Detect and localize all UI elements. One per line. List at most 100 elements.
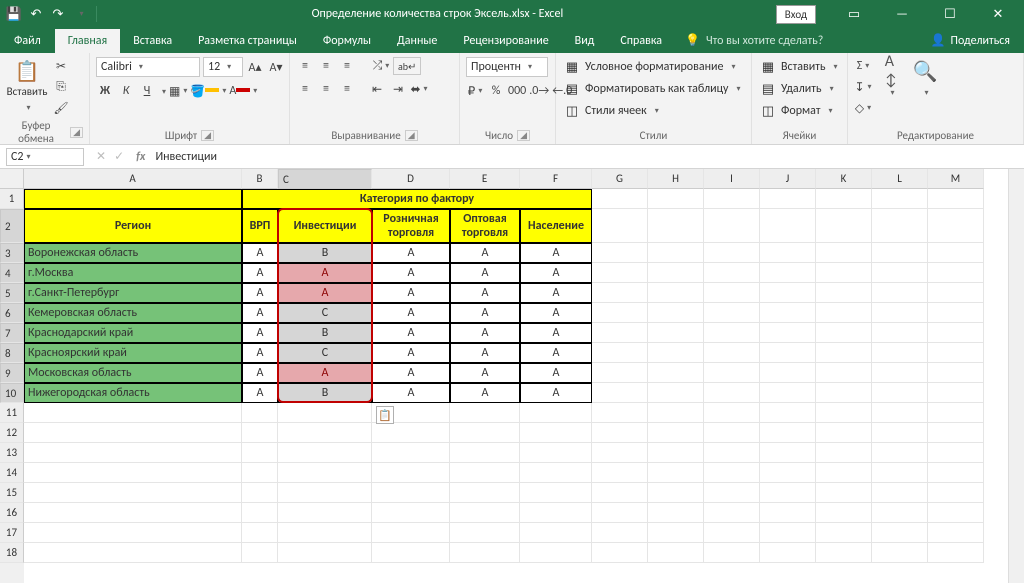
cell-E18[interactable]	[450, 543, 520, 563]
cell-H14[interactable]	[648, 463, 704, 483]
format-cells-button[interactable]: ◫Формат	[758, 101, 835, 121]
cell-C9[interactable]: A	[278, 363, 372, 383]
region-9[interactable]: Московская область	[24, 363, 242, 383]
cell-J17[interactable]	[760, 523, 816, 543]
cell-J14[interactable]	[760, 463, 816, 483]
cell-B8[interactable]: A	[242, 343, 278, 363]
cell-H13[interactable]	[648, 443, 704, 463]
header-E[interactable]: Оптовая торговля	[450, 209, 520, 243]
cell-M17[interactable]	[928, 523, 984, 543]
row-header-16[interactable]: 16	[0, 503, 24, 523]
row-header-4[interactable]: 4	[0, 263, 24, 283]
tab-data[interactable]: Данные	[384, 29, 450, 53]
cell-K18[interactable]	[816, 543, 872, 563]
cell-L14[interactable]	[872, 463, 928, 483]
cell-H16[interactable]	[648, 503, 704, 523]
header-F[interactable]: Население	[520, 209, 592, 243]
cell-C6[interactable]: C	[278, 303, 372, 323]
paste-button[interactable]: 📋 Вставить	[6, 57, 48, 115]
cell-K4[interactable]	[816, 263, 872, 283]
cell-H18[interactable]	[648, 543, 704, 563]
cell-J7[interactable]	[760, 323, 816, 343]
format-as-table-button[interactable]: ▤Форматировать как таблицу	[562, 79, 743, 99]
cell-K7[interactable]	[816, 323, 872, 343]
col-header-F[interactable]: F	[520, 169, 592, 189]
cell-J10[interactable]	[760, 383, 816, 403]
tab-view[interactable]: Вид	[562, 29, 608, 53]
col-header-C[interactable]: C	[278, 169, 372, 189]
cell-D17[interactable]	[372, 523, 450, 543]
col-header-L[interactable]: L	[872, 169, 928, 189]
cell-C3[interactable]: B	[278, 243, 372, 263]
cell-H17[interactable]	[648, 523, 704, 543]
cell-M7[interactable]	[928, 323, 984, 343]
cell-F4[interactable]: A	[520, 263, 592, 283]
cell-M12[interactable]	[928, 423, 984, 443]
copy-icon[interactable]: ⎘	[52, 78, 70, 96]
format-painter-icon[interactable]: 🖌	[52, 99, 70, 117]
col-header-M[interactable]: M	[928, 169, 984, 189]
cell-E13[interactable]	[450, 443, 520, 463]
cell-H5[interactable]	[648, 283, 704, 303]
row-header-9[interactable]: 9	[0, 363, 24, 383]
cell-L10[interactable]	[872, 383, 928, 403]
region-4[interactable]: г.Москва	[24, 263, 242, 283]
cell-K12[interactable]	[816, 423, 872, 443]
cell-J16[interactable]	[760, 503, 816, 523]
cell-I17[interactable]	[704, 523, 760, 543]
cell-F16[interactable]	[520, 503, 592, 523]
cell-A12[interactable]	[24, 423, 242, 443]
cell-F9[interactable]: A	[520, 363, 592, 383]
cell-K13[interactable]	[816, 443, 872, 463]
cell-E15[interactable]	[450, 483, 520, 503]
col-header-B[interactable]: B	[242, 169, 278, 189]
cell-G4[interactable]	[592, 263, 648, 283]
cell-G14[interactable]	[592, 463, 648, 483]
merge-center-icon[interactable]: ⬌	[410, 80, 428, 98]
cell-A18[interactable]	[24, 543, 242, 563]
category-header[interactable]: Категория по фактору	[242, 189, 592, 209]
cell-A13[interactable]	[24, 443, 242, 463]
wrap-text-icon[interactable]: ab↵	[393, 57, 421, 75]
cell-A11[interactable]	[24, 403, 242, 423]
signin-button[interactable]: Вход	[776, 5, 816, 24]
cell-C11[interactable]	[278, 403, 372, 423]
cell-C13[interactable]	[278, 443, 372, 463]
cell-H11[interactable]	[648, 403, 704, 423]
cell-H6[interactable]	[648, 303, 704, 323]
cell-J3[interactable]	[760, 243, 816, 263]
maximize-icon[interactable]: ☐	[930, 7, 970, 22]
formula-input[interactable]: Инвестиции	[151, 150, 1024, 164]
cell-M14[interactable]	[928, 463, 984, 483]
cell-B11[interactable]	[242, 403, 278, 423]
cell-I6[interactable]	[704, 303, 760, 323]
cell-G18[interactable]	[592, 543, 648, 563]
cell-M3[interactable]	[928, 243, 984, 263]
cell-D14[interactable]	[372, 463, 450, 483]
align-left-icon[interactable]: ≡	[296, 80, 314, 98]
cell-J11[interactable]	[760, 403, 816, 423]
number-launcher[interactable]: ◢	[517, 130, 530, 141]
ribbon-options-icon[interactable]: ▭	[834, 7, 874, 22]
cell-B5[interactable]: A	[242, 283, 278, 303]
cell-G5[interactable]	[592, 283, 648, 303]
cell-K14[interactable]	[816, 463, 872, 483]
cell-J9[interactable]	[760, 363, 816, 383]
align-middle-icon[interactable]: ≡	[317, 57, 335, 75]
clipboard-launcher[interactable]: ◢	[70, 127, 83, 138]
fill-icon[interactable]: ↧	[854, 78, 872, 96]
cell-I13[interactable]	[704, 443, 760, 463]
cell-G8[interactable]	[592, 343, 648, 363]
cell-J4[interactable]	[760, 263, 816, 283]
font-size-select[interactable]: 12	[203, 57, 243, 77]
increase-indent-icon[interactable]: ⇥	[389, 80, 407, 98]
cell-J15[interactable]	[760, 483, 816, 503]
cell-D4[interactable]: A	[372, 263, 450, 283]
align-bottom-icon[interactable]: ≡	[338, 57, 356, 75]
underline-button[interactable]: Ч	[138, 82, 156, 100]
row-header-6[interactable]: 6	[0, 303, 24, 323]
cell-A15[interactable]	[24, 483, 242, 503]
delete-cells-button[interactable]: ▤Удалить	[758, 79, 836, 99]
tab-help[interactable]: Справка	[607, 29, 675, 53]
cell-L9[interactable]	[872, 363, 928, 383]
